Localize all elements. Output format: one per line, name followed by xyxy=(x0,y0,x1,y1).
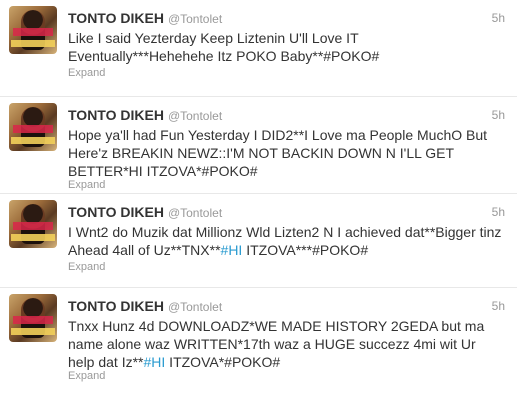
tweet-time[interactable]: 5h xyxy=(492,11,505,25)
tweet-text-content: ITZOVA***#POKO# xyxy=(242,242,369,258)
user-handle[interactable]: @Tontolet xyxy=(168,206,222,220)
tweet-time[interactable]: 5h xyxy=(492,108,505,122)
avatar[interactable] xyxy=(9,294,57,342)
tweet-time[interactable]: 5h xyxy=(492,299,505,313)
expand-link[interactable]: Expand xyxy=(68,179,105,191)
tweet-header: TONTO DIKEH @Tontolet 5h xyxy=(68,107,505,125)
tweet-header: TONTO DIKEH @Tontolet 5h xyxy=(68,204,505,222)
tweet-text: Tnxx Hunz 4d DOWNLOADZ*WE MADE HISTORY 2… xyxy=(68,317,504,371)
tweet-text-content: Like I said Yezterday Keep Liztenin U'll… xyxy=(68,30,380,64)
tweet-item[interactable]: TONTO DIKEH @Tontolet 5h I Wnt2 do Muzik … xyxy=(0,194,517,288)
avatar[interactable] xyxy=(9,103,57,151)
avatar[interactable] xyxy=(9,6,57,54)
hashtag-link[interactable]: #HI xyxy=(221,242,243,258)
expand-link[interactable]: Expand xyxy=(68,370,105,382)
tweet-text-content: ITZOVA*#POKO# xyxy=(165,354,281,370)
tweet-text: Hope ya'll had Fun Yesterday I DID2**I L… xyxy=(68,126,504,180)
avatar[interactable] xyxy=(9,200,57,248)
user-handle[interactable]: @Tontolet xyxy=(168,12,222,26)
expand-link[interactable]: Expand xyxy=(68,261,105,273)
tweet-time[interactable]: 5h xyxy=(492,205,505,219)
user-name[interactable]: TONTO DIKEH xyxy=(68,204,164,220)
tweet-item[interactable]: TONTO DIKEH @Tontolet 5h Like I said Yezt… xyxy=(0,0,517,97)
tweet-header: TONTO DIKEH @Tontolet 5h xyxy=(68,10,505,28)
user-handle[interactable]: @Tontolet xyxy=(168,109,222,123)
user-name[interactable]: TONTO DIKEH xyxy=(68,107,164,123)
tweet-text: I Wnt2 do Muzik dat Millionz Wld Lizten2… xyxy=(68,223,504,259)
user-name[interactable]: TONTO DIKEH xyxy=(68,298,164,314)
expand-link[interactable]: Expand xyxy=(68,67,105,79)
tweet-text: Like I said Yezterday Keep Liztenin U'll… xyxy=(68,29,504,65)
tweet-item[interactable]: TONTO DIKEH @Tontolet 5h Tnxx Hunz 4d DOW… xyxy=(0,288,517,398)
hashtag-link[interactable]: #HI xyxy=(144,354,166,370)
tweet-item[interactable]: TONTO DIKEH @Tontolet 5h Hope ya'll had F… xyxy=(0,97,517,194)
user-handle[interactable]: @Tontolet xyxy=(168,300,222,314)
tweet-header: TONTO DIKEH @Tontolet 5h xyxy=(68,298,505,316)
tweet-timeline: TONTO DIKEH @Tontolet 5h Like I said Yezt… xyxy=(0,0,517,408)
user-name[interactable]: TONTO DIKEH xyxy=(68,10,164,26)
tweet-text-content: Hope ya'll had Fun Yesterday I DID2**I L… xyxy=(68,127,491,179)
